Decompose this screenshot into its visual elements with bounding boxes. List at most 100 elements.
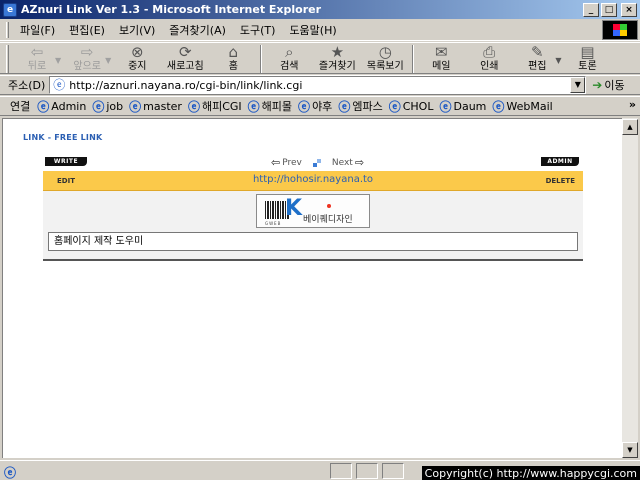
- link-webmail[interactable]: ⓔ WebMail: [489, 98, 555, 115]
- print-label: 인쇄: [480, 61, 499, 72]
- menu-favorites[interactable]: 즐겨찾기(A): [162, 22, 233, 38]
- history-label: 목록보기: [366, 61, 404, 72]
- link-happycgi[interactable]: ⓔ 해피CGI: [185, 98, 245, 115]
- prev-link[interactable]: Prev: [282, 158, 302, 168]
- link-daum[interactable]: ⓔ Daum: [436, 98, 489, 115]
- go-button[interactable]: ➔ 이동: [592, 77, 624, 93]
- next-arrow-icon[interactable]: ⇨: [355, 156, 364, 169]
- toolbar-separator: [260, 45, 263, 73]
- menu-edit[interactable]: 편집(E): [62, 22, 112, 38]
- home-icon: ⌂: [228, 43, 239, 61]
- link-chol[interactable]: ⓔ CHOL: [386, 98, 437, 115]
- category-title: LINK - FREE LINK: [23, 133, 103, 142]
- back-button[interactable]: ⇦ 뒤로: [13, 43, 61, 73]
- ie-page-icon: ⓔ: [338, 99, 351, 114]
- prev-arrow-icon[interactable]: ⇦: [271, 156, 280, 169]
- back-label: 뒤로: [27, 61, 47, 72]
- status-cell: [330, 463, 352, 479]
- stop-button[interactable]: ⊗ 중지: [113, 43, 161, 73]
- toolbar-separator: [412, 45, 415, 73]
- menu-view[interactable]: 보기(V): [112, 22, 162, 38]
- red-dot-icon: [327, 204, 331, 208]
- discuss-icon: ▤: [580, 43, 595, 61]
- refresh-icon: ⟳: [179, 43, 192, 61]
- next-link[interactable]: Next: [332, 158, 353, 168]
- link-yahoo[interactable]: ⓔ 야후: [295, 98, 335, 115]
- mail-label: 메일: [432, 61, 451, 72]
- close-button[interactable]: ×: [621, 2, 637, 17]
- menu-help[interactable]: 도움말(H): [282, 22, 343, 38]
- ie-page-icon: ⓔ: [187, 99, 200, 114]
- toolbar-grip[interactable]: [6, 45, 9, 73]
- menubar-grip[interactable]: [6, 21, 9, 38]
- status-cell: [382, 463, 404, 479]
- copyright-overlay: Copyright(c) http://www.happycgi.com: [421, 466, 640, 480]
- pager-dots-icon: [312, 158, 322, 168]
- admin-button[interactable]: ADMIN: [541, 157, 579, 166]
- edit-button[interactable]: ✎ 편집: [513, 43, 561, 73]
- forward-button[interactable]: ⇨ 앞으로: [63, 43, 111, 73]
- history-button[interactable]: ◷ 목록보기: [361, 43, 409, 73]
- scroll-down-icon[interactable]: ▼: [622, 442, 638, 458]
- print-icon: ⎙: [483, 43, 496, 61]
- page-icon: ⓔ: [53, 78, 66, 92]
- delete-link[interactable]: DELETE: [546, 177, 575, 185]
- refresh-button[interactable]: ⟳ 새로고침: [161, 43, 209, 73]
- menu-file[interactable]: 파일(F): [13, 22, 62, 38]
- edit-label: 편집: [528, 61, 547, 72]
- site-banner-image[interactable]: K 베이퀘디자인 GWEB: [256, 194, 370, 228]
- banner-name: 베이퀘디자인: [303, 215, 353, 225]
- ie-page-icon: ⓔ: [37, 99, 50, 114]
- print-button[interactable]: ⎙ 인쇄: [465, 43, 513, 73]
- links-label: 연결: [10, 100, 31, 113]
- forward-label: 앞으로: [73, 61, 101, 72]
- go-arrow-icon: ➔: [592, 78, 603, 92]
- link-url[interactable]: http://hohosir.nayana.to: [43, 174, 583, 185]
- favorites-button[interactable]: ★ 즐겨찾기: [313, 43, 361, 73]
- vertical-scrollbar[interactable]: ▲ ▼: [622, 118, 638, 458]
- refresh-label: 새로고침: [166, 61, 204, 72]
- mail-button[interactable]: ✉ 메일: [417, 43, 465, 73]
- ie-page-icon: ⓔ: [129, 99, 142, 114]
- link-description: 홈페이지 제작 도우미: [48, 232, 578, 251]
- maximize-button[interactable]: □: [601, 2, 617, 17]
- edit-icon: ✎: [531, 43, 544, 61]
- address-input[interactable]: ⓔ http://aznuri.nayana.ro/cgi-bin/link/l…: [49, 76, 587, 94]
- address-dropdown-icon[interactable]: ▼: [570, 77, 586, 93]
- ie-page-icon: ⓔ: [92, 99, 105, 114]
- home-label: 홈: [228, 61, 238, 72]
- status-cell: [356, 463, 378, 479]
- favorites-label: 즐겨찾기: [318, 61, 356, 72]
- minimize-button[interactable]: _: [583, 2, 599, 17]
- forward-dropdown-icon[interactable]: ▼: [105, 56, 111, 65]
- standard-toolbar: ⇦ 뒤로 ▼ ⇨ 앞으로 ▼ ⊗ 중지 ⟳ 새로고침 ⌂ 홈 ⌕ 검색 ★ 즐겨…: [0, 42, 640, 74]
- stop-icon: ⊗: [131, 43, 144, 61]
- ie-page-icon: ⓔ: [298, 99, 311, 114]
- banner-subtext: GWEB: [265, 221, 282, 226]
- discuss-button[interactable]: ▤ 토론: [563, 43, 611, 73]
- link-job[interactable]: ⓔ job: [89, 98, 126, 115]
- favorites-icon: ★: [330, 43, 345, 61]
- link-master[interactable]: ⓔ master: [126, 98, 185, 115]
- address-url[interactable]: http://aznuri.nayana.ro/cgi-bin/link/lin…: [69, 79, 302, 92]
- search-icon: ⌕: [285, 43, 294, 61]
- link-header-bar: EDIT http://hohosir.nayana.to DELETE: [43, 171, 583, 191]
- ie-page-icon: ⓔ: [439, 99, 452, 114]
- links-more-chevron-icon[interactable]: »: [629, 98, 636, 111]
- status-page-icon: ⓔ: [4, 466, 17, 480]
- menu-tools[interactable]: 도구(T): [233, 22, 283, 38]
- browser-window: e AZnuri Link Ver 1.3 - Microsoft Intern…: [0, 0, 640, 480]
- write-button[interactable]: WRITE: [45, 157, 87, 166]
- search-button[interactable]: ⌕ 검색: [265, 43, 313, 73]
- link-happymall[interactable]: ⓔ 해피몰: [245, 98, 295, 115]
- ie-icon: e: [3, 2, 17, 17]
- home-button[interactable]: ⌂ 홈: [209, 43, 257, 73]
- back-dropdown-icon[interactable]: ▼: [55, 56, 61, 65]
- scroll-up-icon[interactable]: ▲: [622, 119, 638, 135]
- history-icon: ◷: [378, 43, 392, 61]
- link-empas[interactable]: ⓔ 엠파스: [335, 98, 385, 115]
- link-admin[interactable]: ⓔ Admin: [34, 98, 89, 115]
- edit-dropdown-icon[interactable]: ▼: [555, 56, 561, 65]
- page-content: LINK - FREE LINK WRITE ⇦ Prev Next ⇨ ADM…: [2, 118, 622, 458]
- forward-arrow-icon: ⇨: [80, 43, 94, 61]
